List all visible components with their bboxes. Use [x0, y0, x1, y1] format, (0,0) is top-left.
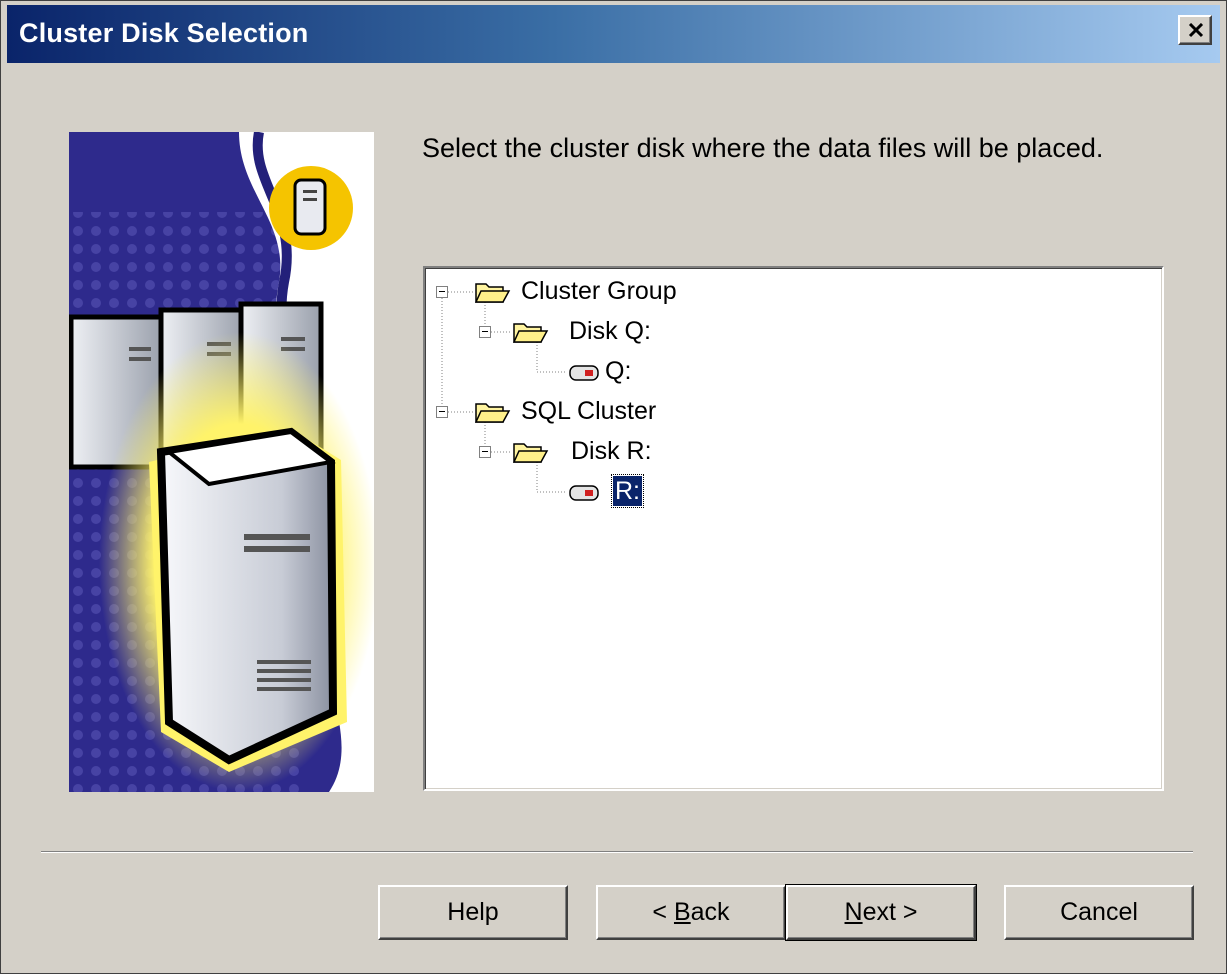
- collapse-toggle-disk-r[interactable]: [479, 446, 491, 458]
- tree-node-label[interactable]: SQL Cluster: [521, 396, 656, 426]
- tree-node-label[interactable]: Disk Q:: [569, 316, 651, 346]
- cluster-disk-selection-dialog: Cluster Disk Selection Select the cluste…: [0, 0, 1227, 974]
- open-folder-icon: [475, 283, 511, 303]
- back-label-rest: ack: [690, 898, 730, 926]
- back-label-prefix: <: [652, 898, 674, 926]
- tree-node-label[interactable]: Disk R:: [571, 436, 652, 466]
- close-button[interactable]: [1178, 15, 1212, 45]
- tree-node-label-selected[interactable]: R:: [611, 474, 644, 508]
- drive-icon: [569, 365, 599, 381]
- tree-connector-lines: [441, 291, 567, 493]
- window-title: Cluster Disk Selection: [19, 18, 309, 48]
- button-area-separator: [41, 851, 1193, 853]
- cancel-button[interactable]: Cancel: [1004, 885, 1194, 940]
- collapse-toggle-cluster-group[interactable]: [436, 286, 448, 298]
- collapse-toggle-disk-q[interactable]: [479, 326, 491, 338]
- next-button-label: Next >: [845, 898, 918, 926]
- instruction-text: Select the cluster disk where the data f…: [422, 133, 1104, 163]
- back-button[interactable]: < Back: [596, 885, 786, 940]
- back-label-mnemonic: B: [673, 898, 691, 926]
- drive-icon: [569, 485, 599, 501]
- wizard-banner-image: [69, 132, 374, 792]
- cancel-button-label: Cancel: [1060, 898, 1138, 926]
- tree-node-label[interactable]: Q:: [605, 356, 631, 386]
- open-folder-icon: [513, 443, 549, 463]
- back-button-label: < Back: [652, 898, 729, 926]
- next-label-rest: ext >: [862, 898, 918, 926]
- open-folder-icon: [513, 323, 549, 343]
- help-button[interactable]: Help: [378, 885, 568, 940]
- title-bar[interactable]: Cluster Disk Selection: [7, 5, 1220, 63]
- next-button[interactable]: Next >: [785, 884, 977, 941]
- next-label-mnemonic: N: [844, 898, 863, 926]
- close-icon: [1188, 23, 1204, 38]
- tree-node-label[interactable]: Cluster Group: [521, 276, 677, 306]
- cluster-disk-tree[interactable]: Cluster Group Disk Q: Q: SQL Cluster Dis…: [423, 266, 1164, 791]
- open-folder-icon: [475, 403, 511, 423]
- help-button-label: Help: [447, 898, 499, 926]
- collapse-toggle-sql-cluster[interactable]: [436, 406, 448, 418]
